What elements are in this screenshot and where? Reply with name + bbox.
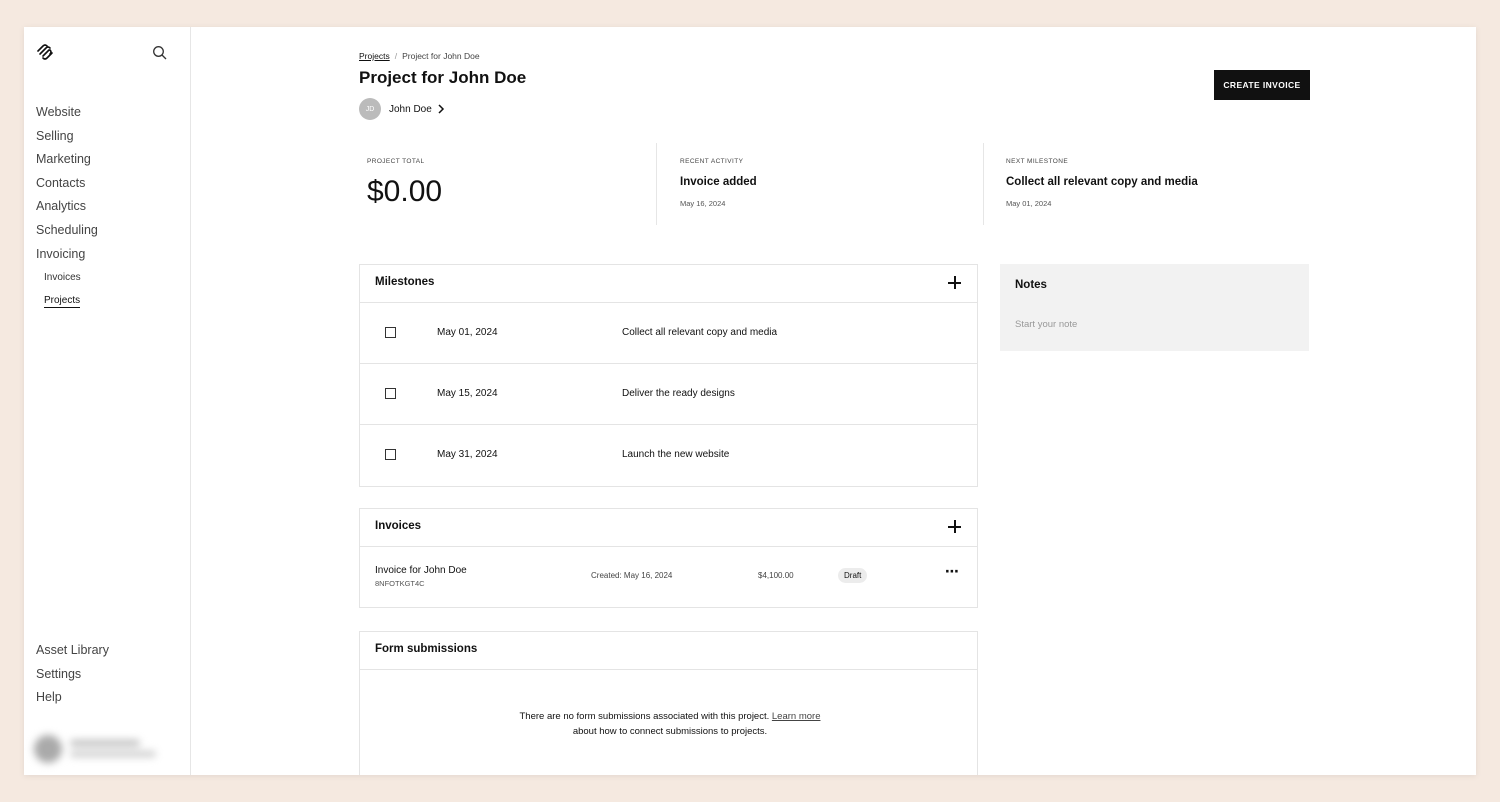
nav-item-selling[interactable]: Selling (36, 128, 98, 152)
milestones-card: Milestones May 01, 2024 Collect all rele… (359, 264, 978, 487)
notes-input[interactable]: Start your note (1015, 319, 1077, 330)
breadcrumb: Projects / Project for John Doe (359, 51, 480, 61)
breadcrumb-current: Project for John Doe (402, 51, 480, 61)
page-title: Project for John Doe (359, 68, 527, 87)
stat-label: RECENT ACTIVITY (680, 158, 744, 165)
milestone-date: May 15, 2024 (437, 388, 498, 399)
stat-recent-activity: RECENT ACTIVITY Invoice added May 16, 20… (656, 143, 983, 225)
nav-item-contacts[interactable]: Contacts (36, 175, 98, 199)
invoice-row[interactable]: Invoice for John Doe 8NFOTKGT4C Created:… (360, 547, 977, 607)
nav-item-marketing[interactable]: Marketing (36, 151, 98, 175)
invoice-amount: $4,100.00 (758, 571, 794, 580)
milestone-checkbox[interactable] (385, 449, 396, 460)
nav-item-invoicing[interactable]: Invoicing (36, 246, 98, 270)
stat-label: PROJECT TOTAL (367, 158, 425, 165)
learn-more-link[interactable]: Learn more (772, 711, 821, 722)
empty-state-text-after: about how to connect submissions to proj… (572, 726, 768, 737)
avatar (34, 735, 62, 763)
stat-date: May 01, 2024 (1006, 199, 1052, 208)
invoices-header: Invoices (360, 509, 977, 547)
stat-label: NEXT MILESTONE (1006, 158, 1069, 165)
nav-item-settings[interactable]: Settings (36, 667, 109, 691)
nav-item-help[interactable]: Help (36, 690, 109, 714)
nav-item-scheduling[interactable]: Scheduling (36, 222, 98, 246)
milestone-title: Launch the new website (622, 449, 730, 460)
search-icon[interactable] (152, 45, 168, 61)
milestone-checkbox[interactable] (385, 327, 396, 338)
milestone-row: May 15, 2024 Deliver the ready designs (360, 364, 977, 425)
breadcrumb-projects-link[interactable]: Projects (359, 51, 390, 61)
account-name-blurred (70, 740, 140, 746)
milestone-date: May 31, 2024 (437, 449, 498, 460)
breadcrumb-separator: / (394, 51, 398, 61)
invoice-id: 8NFOTKGT4C (375, 579, 425, 588)
stat-next-milestone: NEXT MILESTONE Collect all relevant copy… (983, 143, 1309, 225)
nav-subitem-invoices[interactable]: Invoices (36, 269, 98, 292)
milestone-date: May 01, 2024 (437, 327, 498, 338)
nav-subitem-label: Projects (44, 295, 81, 309)
stat-project-total: PROJECT TOTAL $0.00 (367, 143, 656, 225)
stat-value: Collect all relevant copy and media (1006, 176, 1198, 188)
form-submissions-heading: Form submissions (375, 643, 478, 655)
sidebar: Website Selling Marketing Contacts Analy… (24, 27, 191, 775)
milestone-title: Collect all relevant copy and media (622, 327, 778, 338)
chevron-right-icon (438, 104, 444, 114)
form-submissions-header: Form submissions (360, 632, 977, 670)
app-window: Website Selling Marketing Contacts Analy… (24, 27, 1476, 775)
project-stats: PROJECT TOTAL $0.00 RECENT ACTIVITY Invo… (359, 143, 1309, 225)
stat-date: May 16, 2024 (680, 199, 726, 208)
notes-heading: Notes (1015, 279, 1047, 291)
main-nav: Website Selling Marketing Contacts Analy… (36, 104, 98, 316)
add-invoice-plus-icon[interactable] (948, 520, 961, 533)
add-milestone-plus-icon[interactable] (948, 276, 961, 289)
milestone-row: May 31, 2024 Launch the new website (360, 425, 977, 486)
invoice-name[interactable]: Invoice for John Doe (375, 565, 467, 576)
account-email-blurred (70, 751, 156, 757)
client-avatar: JD (359, 98, 381, 120)
squarespace-logo-icon[interactable] (36, 43, 54, 61)
nav-item-analytics[interactable]: Analytics (36, 198, 98, 222)
form-submissions-card: Form submissions There are no form submi… (359, 631, 978, 775)
secondary-nav: Asset Library Settings Help (36, 643, 109, 714)
account-menu[interactable] (34, 735, 164, 763)
milestones-header: Milestones (360, 265, 977, 303)
empty-state-text: There are no form submissions associated… (519, 711, 770, 722)
form-submissions-empty-state: There are no form submissions associated… (360, 670, 977, 775)
milestones-heading: Milestones (375, 276, 435, 288)
status-badge: Draft (838, 568, 868, 583)
stat-value: $0.00 (367, 175, 443, 208)
milestone-title: Deliver the ready designs (622, 388, 735, 399)
milestone-row: May 01, 2024 Collect all relevant copy a… (360, 303, 977, 364)
invoice-created-date: Created: May 16, 2024 (591, 571, 673, 580)
nav-item-asset-library[interactable]: Asset Library (36, 643, 109, 667)
nav-subitem-label: Invoices (44, 272, 81, 284)
nav-item-website[interactable]: Website (36, 104, 98, 128)
client-name: John Doe (389, 103, 432, 115)
nav-subitem-projects[interactable]: Projects (36, 292, 98, 315)
client-link[interactable]: JD John Doe (359, 98, 445, 120)
create-invoice-button[interactable]: CREATE INVOICE (1214, 70, 1310, 100)
invoices-card: Invoices Invoice for John Doe 8NFOTKGT4C… (359, 508, 978, 608)
notes-panel: Notes Start your note (1000, 264, 1309, 351)
milestone-checkbox[interactable] (385, 388, 396, 399)
more-options-icon[interactable]: ⋯ (945, 563, 960, 580)
empty-state-message: There are no form submissions associated… (510, 709, 830, 739)
stat-value: Invoice added (680, 176, 757, 188)
invoices-heading: Invoices (375, 520, 422, 532)
